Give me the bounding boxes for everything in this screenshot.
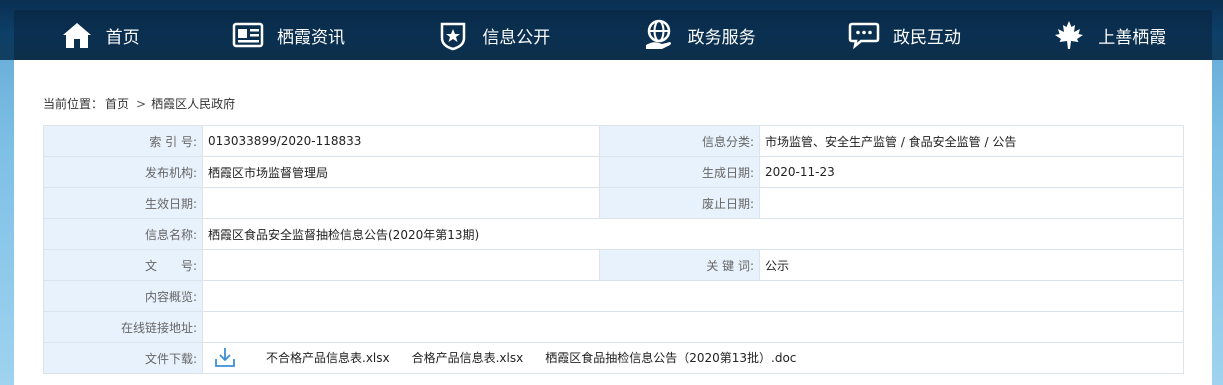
publisher-value: 栖霞区市场监督管理局 (202, 156, 600, 188)
nav-item-interaction[interactable]: 政民互动 (835, 10, 973, 60)
document-number-label: 文 号: (43, 249, 203, 281)
file-link-qualified-products[interactable]: 合格产品信息表.xlsx (412, 351, 524, 365)
table-row: 在线链接地址: (43, 311, 1184, 343)
breadcrumb-home-link[interactable]: 首页 (105, 97, 129, 111)
file-link-inspection-notice[interactable]: 栖霞区食品抽检信息公告（2020第13批）.doc (545, 351, 796, 365)
breadcrumb-current-link[interactable]: 栖霞区人民政府 (151, 97, 235, 111)
keywords-value: 公示 (759, 249, 1184, 281)
table-row: 信息名称: 栖霞区食品安全监督抽检信息公告(2020年第13期) (43, 218, 1184, 250)
created-date-label: 生成日期: (599, 156, 760, 188)
breadcrumb-prefix: 当前位置： (43, 97, 104, 111)
nav-item-shangshan-qixia[interactable]: 上善栖霞 (1040, 10, 1178, 60)
nav-item-label: 政务服务 (687, 27, 756, 48)
online-link-value (202, 311, 1184, 343)
table-row: 文 号: 关 键 词: 公示 (43, 249, 1184, 281)
chat-bubble-icon (847, 18, 881, 52)
nav-item-label: 栖霞资讯 (276, 27, 345, 48)
summary-value (202, 280, 1184, 312)
index-number-label: 索 引 号: (43, 125, 203, 157)
index-number-value: 013033899/2020-118833 (202, 125, 600, 157)
top-navigation-bar: 首页 栖霞资讯 信息公开 政务服务 政民互动 上善栖霞 (0, 0, 1223, 60)
file-download-label: 文件下载: (43, 342, 203, 374)
content-panel: 当前位置： 首页 > 栖霞区人民政府 索 引 号: 013033899/2020-11… (14, 60, 1212, 385)
file-download-list: 不合格产品信息表.xlsx 合格产品信息表.xlsx 栖霞区食品抽检信息公告（202… (202, 342, 1184, 374)
breadcrumb-separator: > (136, 97, 147, 111)
online-link-label: 在线链接地址: (43, 311, 203, 343)
table-row: 索 引 号: 013033899/2020-118833 信息分类: 市场监管、… (43, 125, 1184, 157)
shield-star-icon (436, 18, 470, 52)
breadcrumb: 当前位置： 首页 > 栖霞区人民政府 (43, 95, 237, 112)
nav-menu: 首页 栖霞资讯 信息公开 政务服务 政民互动 上善栖霞 (14, 10, 1212, 60)
nav-item-label: 信息公开 (482, 27, 551, 48)
info-name-label: 信息名称: (43, 218, 203, 250)
news-icon (231, 18, 265, 52)
expire-date-value (759, 187, 1184, 219)
expire-date-label: 废止日期: (599, 187, 760, 219)
table-row: 生效日期: 废止日期: (43, 187, 1184, 219)
nav-item-home[interactable]: 首页 (48, 10, 152, 60)
effective-date-label: 生效日期: (43, 187, 203, 219)
nav-item-label: 上善栖霞 (1098, 27, 1167, 48)
keywords-label: 关 键 词: (599, 249, 760, 281)
info-name-value: 栖霞区食品安全监督抽检信息公告(2020年第13期) (202, 218, 1184, 250)
category-label: 信息分类: (599, 125, 760, 157)
home-icon (60, 18, 94, 52)
maple-leaf-icon (1052, 18, 1086, 52)
document-info-table: 索 引 号: 013033899/2020-118833 信息分类: 市场监管、… (43, 125, 1184, 374)
summary-label: 内容概览: (43, 280, 203, 312)
download-icon[interactable] (214, 346, 236, 371)
globe-hand-icon (642, 18, 676, 52)
nav-item-label: 政民互动 (892, 27, 961, 48)
nav-item-label: 首页 (105, 27, 140, 48)
document-number-value (202, 249, 600, 281)
nav-item-news[interactable]: 栖霞资讯 (219, 10, 357, 60)
table-row: 内容概览: (43, 280, 1184, 312)
effective-date-value (202, 187, 600, 219)
publisher-label: 发布机构: (43, 156, 203, 188)
nav-item-gov-service[interactable]: 政务服务 (630, 10, 768, 60)
file-link-unqualified-products[interactable]: 不合格产品信息表.xlsx (266, 351, 390, 365)
category-value: 市场监管、安全生产监管 / 食品安全监管 / 公告 (759, 125, 1184, 157)
table-row: 文件下载: 不合格产品信息表.xlsx 合格产品信息表.xlsx 栖霞区食品抽检信息… (43, 342, 1184, 374)
table-row: 发布机构: 栖霞区市场监督管理局 生成日期: 2020-11-23 (43, 156, 1184, 188)
created-date-value: 2020-11-23 (759, 156, 1184, 188)
nav-item-info-public[interactable]: 信息公开 (424, 10, 562, 60)
